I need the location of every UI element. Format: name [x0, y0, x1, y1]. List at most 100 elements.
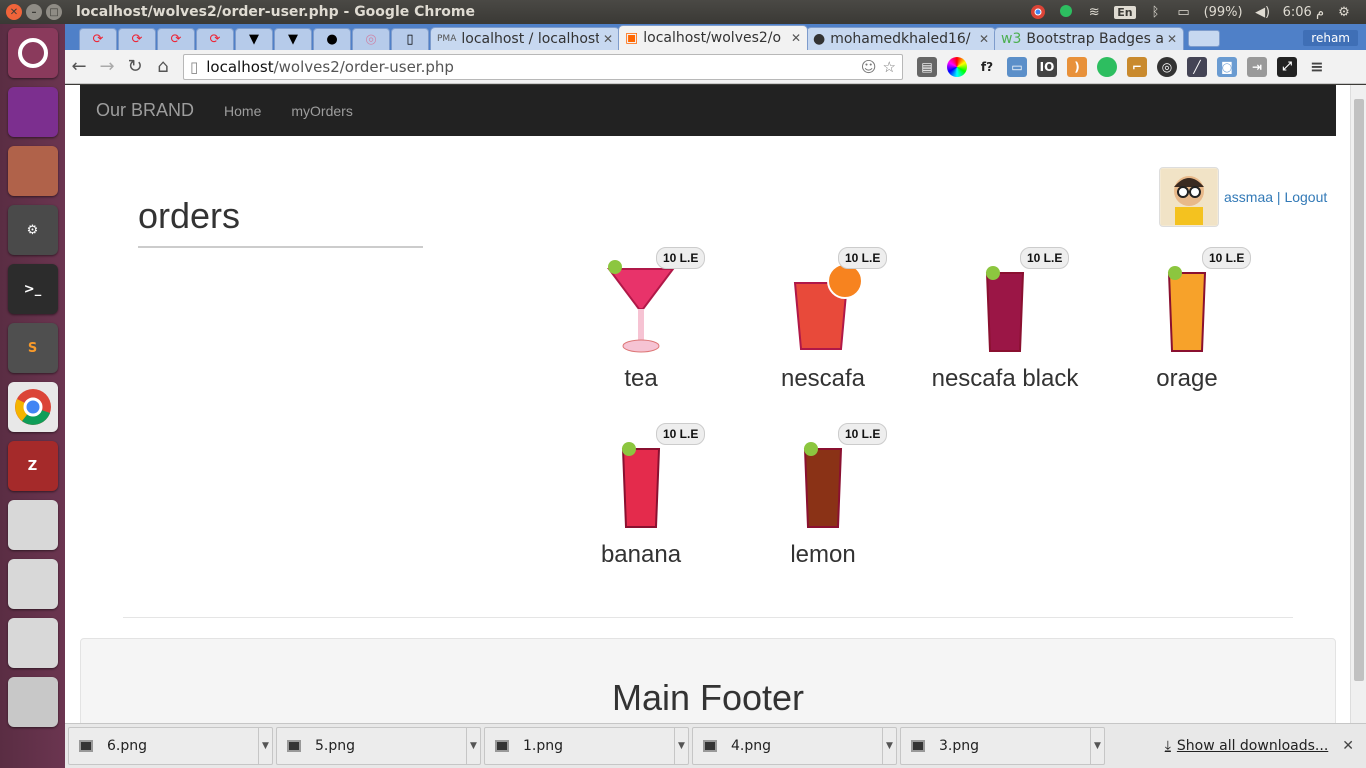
settings-gear-icon[interactable]: ⚙: [1336, 4, 1352, 20]
chrome-tray-icon[interactable]: [1030, 4, 1046, 20]
wifi-icon[interactable]: ≋: [1086, 4, 1102, 20]
pinned-tab[interactable]: ⟳: [157, 28, 195, 50]
chrome-dev-icon[interactable]: ◎: [1157, 56, 1177, 77]
color-picker-icon[interactable]: [947, 56, 967, 77]
pinned-tab[interactable]: ⟳: [118, 28, 156, 50]
camera-icon[interactable]: ◙: [1217, 56, 1237, 77]
pinned-tab[interactable]: ▯: [391, 28, 429, 50]
pinned-tab[interactable]: ◎: [352, 28, 390, 50]
brand-link[interactable]: Our BRAND: [96, 100, 194, 121]
download-item[interactable]: 5.png ▼: [276, 727, 481, 765]
pinned-tab[interactable]: ⟳: [196, 28, 234, 50]
chevron-down-icon[interactable]: ▼: [674, 727, 688, 765]
image-file-icon: [703, 740, 717, 752]
download-item[interactable]: 6.png ▼: [68, 727, 273, 765]
chevron-down-icon[interactable]: ▼: [466, 727, 480, 765]
battery-icon[interactable]: ▭: [1176, 4, 1192, 20]
pinned-tab[interactable]: ▼: [274, 28, 312, 50]
extension-icon[interactable]: ▤: [917, 56, 937, 77]
dash-home-icon[interactable]: [7, 28, 58, 78]
screen-icon[interactable]: ▭: [1007, 56, 1027, 77]
pinned-tab[interactable]: ●: [313, 28, 351, 50]
chevron-down-icon[interactable]: ▼: [1090, 727, 1104, 765]
product-item[interactable]: 10 L.E tea: [550, 245, 732, 409]
window-close-button[interactable]: ✕: [6, 4, 22, 20]
download-item[interactable]: 4.png ▼: [692, 727, 897, 765]
downloads-close-icon[interactable]: ✕: [1342, 738, 1354, 754]
bluetooth-icon[interactable]: ᛒ: [1148, 4, 1164, 20]
tab-phpmyadmin[interactable]: PMA localhost / localhost ✕: [430, 27, 620, 50]
tab-bootstrap-badges[interactable]: w3 Bootstrap Badges ar ✕: [994, 27, 1184, 50]
browser-toolbar: ← → ↻ ⌂ ▯ localhost/wolves2/order-user.p…: [65, 50, 1366, 84]
tab-close-icon[interactable]: ✕: [1167, 32, 1177, 46]
tab-github[interactable]: ● mohamedkhaled16/ ✕: [806, 27, 996, 50]
home-button[interactable]: ⌂: [149, 53, 177, 81]
page-scrollbar[interactable]: [1350, 85, 1366, 723]
exit-icon[interactable]: ⇥: [1247, 56, 1267, 77]
terminal-icon[interactable]: >_: [7, 264, 58, 314]
chrome-launcher-icon[interactable]: [7, 382, 58, 432]
download-filename: 5.png: [315, 738, 356, 754]
workspace-switcher-icon[interactable]: [7, 87, 58, 137]
reload-button[interactable]: ↻: [121, 53, 149, 81]
download-item[interactable]: 1.png ▼: [484, 727, 689, 765]
window-maximize-button[interactable]: □: [46, 4, 62, 20]
profile-button[interactable]: reham: [1303, 30, 1358, 46]
tab-order-user[interactable]: ▣ localhost/wolves2/o ✕: [618, 25, 808, 50]
title-divider: [138, 246, 423, 248]
tab-close-icon[interactable]: ✕: [603, 32, 613, 46]
fullscreen-icon[interactable]: ⤢: [1277, 56, 1297, 77]
clock[interactable]: 6:06 م: [1283, 5, 1324, 20]
forward-button[interactable]: →: [93, 53, 121, 81]
system-settings-icon[interactable]: ⚙: [7, 205, 58, 255]
keyboard-layout-indicator[interactable]: En: [1114, 5, 1136, 19]
ruler-icon[interactable]: ⌐: [1127, 56, 1147, 77]
sublime-text-icon[interactable]: S: [7, 323, 58, 373]
nav-myorders[interactable]: myOrders: [291, 103, 352, 119]
address-bar[interactable]: ▯ localhost/wolves2/order-user.php ☺ ☆: [183, 53, 903, 80]
eyedropper-icon[interactable]: ╱: [1187, 56, 1207, 77]
github-icon: ●: [813, 31, 826, 47]
product-item[interactable]: 10 L.E nescafa: [732, 245, 914, 409]
font-finder-icon[interactable]: f?: [977, 57, 997, 77]
io-icon[interactable]: IO: [1037, 56, 1057, 77]
battery-percent[interactable]: (99%): [1204, 5, 1243, 20]
new-tab-button[interactable]: [1188, 30, 1220, 47]
user-box: assmaa | Logout: [1159, 167, 1327, 227]
scrollbar-thumb[interactable]: [1354, 99, 1364, 681]
menu-icon[interactable]: ≡: [1307, 57, 1327, 77]
back-button[interactable]: ←: [65, 53, 93, 81]
show-all-downloads-link[interactable]: ⤓ Show all downloads...: [1165, 738, 1329, 754]
filezilla-icon[interactable]: Z: [7, 441, 58, 491]
product-item[interactable]: 10 L.E lemon: [732, 421, 914, 585]
product-name: banana: [600, 541, 682, 568]
chevron-down-icon[interactable]: ▼: [882, 727, 896, 765]
price-badge: 10 L.E: [656, 247, 706, 269]
product-item[interactable]: 10 L.E orage: [1096, 245, 1278, 409]
product-item[interactable]: 10 L.E banana: [550, 421, 732, 585]
chevron-down-icon[interactable]: ▼: [258, 727, 272, 765]
volume-icon[interactable]: ◀): [1255, 4, 1271, 20]
username-link[interactable]: assmaa: [1224, 189, 1273, 205]
product-item[interactable]: 10 L.E nescafa black: [914, 245, 1096, 409]
pinned-tab[interactable]: ⟳: [79, 28, 117, 50]
unity-launcher: ⚙ >_ S Z: [0, 24, 65, 768]
rss-icon[interactable]: ): [1067, 56, 1087, 77]
drive-icon-2[interactable]: [7, 559, 58, 609]
file-cabinet-icon[interactable]: [7, 146, 58, 196]
drive-icon[interactable]: [7, 500, 58, 550]
reddit-icon[interactable]: ☺: [861, 58, 877, 76]
pinned-tab[interactable]: ▼: [235, 28, 273, 50]
nav-home[interactable]: Home: [224, 103, 261, 119]
optical-drive-icon[interactable]: [7, 618, 58, 668]
trash-icon[interactable]: [7, 677, 58, 727]
bookmark-star-icon[interactable]: ☆: [883, 58, 896, 76]
tab-close-icon[interactable]: ✕: [791, 31, 801, 45]
download-item[interactable]: 3.png ▼: [900, 727, 1105, 765]
window-minimize-button[interactable]: –: [26, 4, 42, 20]
logout-link[interactable]: Logout: [1284, 189, 1327, 205]
evernote-tray-icon[interactable]: [1058, 4, 1074, 20]
evernote-icon[interactable]: [1097, 56, 1117, 77]
sync-icon: ⟳: [209, 32, 221, 47]
tab-close-icon[interactable]: ✕: [979, 32, 989, 46]
